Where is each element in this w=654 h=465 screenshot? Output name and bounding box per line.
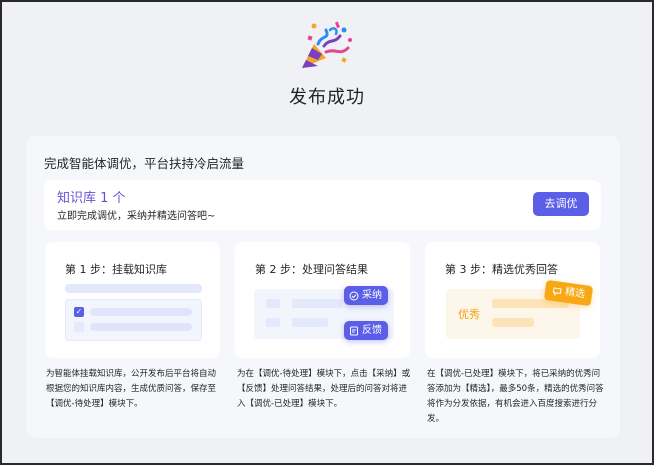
edit-note-icon: [350, 326, 358, 335]
go-optimize-button[interactable]: 去调优: [533, 192, 589, 216]
check-circle-icon: [349, 291, 359, 300]
illustration-line: [492, 318, 534, 327]
adopt-chip-label: 采纳: [362, 290, 382, 301]
feedback-chip-label: 反馈: [362, 325, 382, 336]
knowledge-base-title: 知识库 1 个: [57, 191, 126, 206]
illustration-square: [266, 299, 280, 308]
featured-tag-label: 精选: [564, 286, 586, 301]
illustration-square: [74, 322, 84, 332]
card-heading: 完成智能体调优，平台扶持冷启流量: [44, 156, 245, 171]
feedback-chip: 反馈: [344, 321, 388, 340]
illustration-square: [266, 318, 280, 327]
illustration-line: [90, 323, 192, 331]
knowledge-base-panel: [44, 180, 601, 230]
illustration-line: [292, 318, 328, 327]
party-popper-icon: [302, 21, 352, 68]
step-2-title: 第 2 步：处理问答结果: [255, 263, 368, 276]
chat-bubble-icon: [552, 287, 562, 296]
knowledge-base-subtitle: 立即完成调优，采纳并精选问答吧~: [57, 211, 216, 222]
step-3-description: 在【调优-已处理】模块下，将已采纳的优秀问答添加为【精选】，最多50条，精选的优…: [427, 369, 604, 424]
step-2-description: 为在【调优-待处理】模块下，点击【采纳】或【反馈】处理问答结果，处理后的问答对将…: [237, 369, 411, 409]
step-1-title: 第 1 步：挂载知识库: [65, 263, 167, 276]
illustration-box: [65, 299, 202, 341]
excellent-label: 优秀: [458, 308, 480, 321]
step-3-title: 第 3 步：精选优秀回答: [445, 263, 558, 276]
illustration-bar: [65, 284, 202, 293]
illustration-line: [90, 308, 192, 316]
illustration-line: [292, 299, 342, 308]
page-title: 发布成功: [289, 87, 365, 108]
checkbox-icon: ✓: [74, 307, 84, 317]
step-1-description: 为智能体挂载知识库，公开发布后平台将自动根据您的知识库内容，生成优质问答，保存至…: [46, 369, 217, 409]
adopt-chip: 采纳: [344, 286, 388, 305]
